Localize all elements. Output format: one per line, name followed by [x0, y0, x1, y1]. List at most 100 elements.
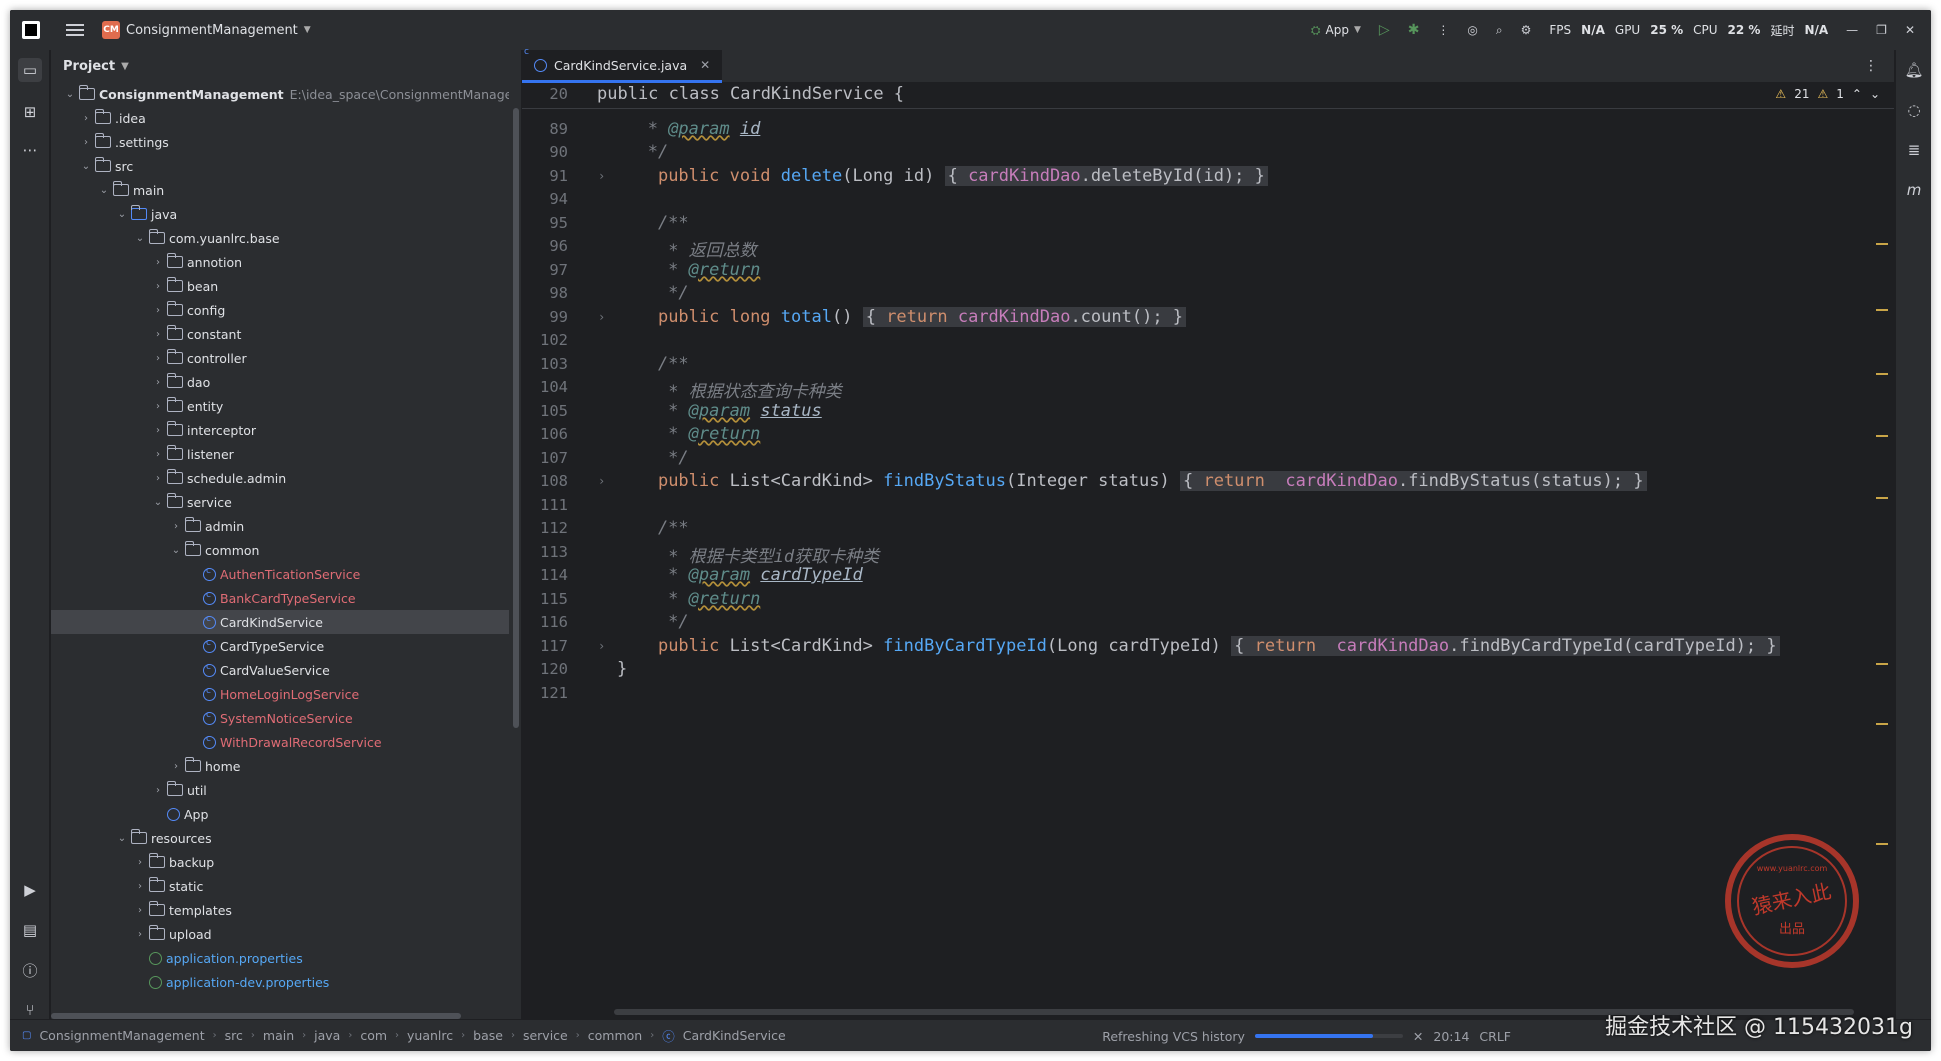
more-tools-icon[interactable]: ⋯ [18, 138, 42, 162]
more-actions-icon[interactable]: ⋮ [1437, 23, 1449, 37]
caret-position[interactable]: 20:14 [1433, 1029, 1469, 1044]
tree-item-class[interactable]: CardValueService [51, 658, 509, 682]
warning-marker[interactable] [1876, 309, 1888, 311]
warning-marker[interactable] [1876, 435, 1888, 437]
folded-block[interactable]: { return cardKindDao.findByStatus(status… [1179, 471, 1647, 491]
tree-item-templates[interactable]: › templates [51, 898, 509, 922]
ai-assistant-icon[interactable]: ◌ [1902, 98, 1926, 122]
notifications-icon[interactable]: 🔔︎ [1902, 58, 1926, 82]
fold-expand-icon[interactable]: › [598, 310, 605, 324]
tree-item-admin[interactable]: › admin [51, 514, 509, 538]
breadcrumb-item[interactable]: service [523, 1028, 568, 1043]
fold-expand-icon[interactable]: › [598, 639, 605, 653]
tree-item-service[interactable]: ⌄ service [51, 490, 509, 514]
project-switcher[interactable]: CM ConsignmentManagement ▼ [102, 21, 311, 39]
database-icon[interactable]: ≣ [1902, 138, 1926, 162]
breadcrumb-item[interactable]: base [473, 1028, 503, 1043]
search-icon[interactable]: ⌕ [1496, 23, 1503, 38]
tree-item-src[interactable]: ⌄ src [51, 154, 509, 178]
breadcrumb-item[interactable]: yuanlrc [407, 1028, 453, 1043]
tree-item-idea[interactable]: › .idea [51, 106, 509, 130]
tree-item-bean[interactable]: › bean [51, 274, 509, 298]
run-icon[interactable]: ▷ [1379, 22, 1390, 38]
folded-block[interactable]: { return cardKindDao.count(); } [862, 307, 1187, 327]
inspection-widget[interactable]: ⚠ 21 ⚠ 1 ⌃ ⌄ [1775, 87, 1880, 101]
tree-item-annotion[interactable]: › annotion [51, 250, 509, 274]
cancel-icon[interactable]: ✕ [1413, 1029, 1423, 1044]
tree-item-controller[interactable]: › controller [51, 346, 509, 370]
tree-item-dao[interactable]: › dao [51, 370, 509, 394]
code-area[interactable]: 20 public class CardKindService { ⚠ 21 ⚠… [522, 83, 1894, 1019]
tree-item-properties[interactable]: application.properties [51, 946, 509, 970]
more-tabs-icon[interactable]: ⋮ [1864, 58, 1878, 74]
settings-icon[interactable]: ⚙ [1521, 23, 1532, 37]
tree-item-constant[interactable]: › constant [51, 322, 509, 346]
breadcrumb-item[interactable]: main [263, 1028, 294, 1043]
structure-tool-icon[interactable]: ⊞ [18, 100, 42, 124]
chevron-down-icon[interactable]: ⌄ [1870, 87, 1880, 101]
tree-item-class[interactable]: WithDrawalRecordService [51, 730, 509, 754]
restore-icon[interactable]: ❐ [1876, 23, 1887, 37]
fold-expand-icon[interactable]: › [598, 474, 605, 488]
warning-marker[interactable] [1876, 373, 1888, 375]
chevron-up-icon[interactable]: ⌃ [1852, 87, 1862, 101]
tree-item-entity[interactable]: › entity [51, 394, 509, 418]
tree-item-package-base[interactable]: ⌄ com.yuanlrc.base [51, 226, 509, 250]
tree-item-util[interactable]: › util [51, 778, 509, 802]
tree-item-settings[interactable]: › .settings [51, 130, 509, 154]
breadcrumb-item[interactable]: java [314, 1028, 340, 1043]
tree-item-app[interactable]: App [51, 802, 509, 826]
profile-icon[interactable]: ◎ [1467, 23, 1477, 37]
tree-item-main[interactable]: ⌄ main [51, 178, 509, 202]
services-tool-icon[interactable]: ▶ [18, 878, 42, 902]
breadcrumb-item[interactable]: ConsignmentManagement [39, 1028, 204, 1043]
tree-item-java[interactable]: ⌄ java [51, 202, 509, 226]
tree-item-config[interactable]: › config [51, 298, 509, 322]
project-panel-header[interactable]: Project ▼ [51, 50, 521, 82]
tree-item-backup[interactable]: › backup [51, 850, 509, 874]
breadcrumb-item[interactable]: common [588, 1028, 642, 1043]
main-menu-icon[interactable] [66, 24, 84, 36]
tree-item-class[interactable]: CardTypeService [51, 634, 509, 658]
tree-item-resources[interactable]: ⌄ resources [51, 826, 509, 850]
warning-marker[interactable] [1876, 243, 1888, 245]
warning-marker[interactable] [1876, 723, 1888, 725]
line-separator[interactable]: CRLF [1479, 1029, 1511, 1044]
tree-item-class[interactable]: BankCardTypeService [51, 586, 509, 610]
tab-cardkindservice[interactable]: CardKindService.java ✕ [522, 50, 723, 83]
close-tab-icon[interactable]: ✕ [700, 58, 710, 72]
folded-block[interactable]: { cardKindDao.deleteById(id); } [944, 166, 1268, 186]
tree-item-static[interactable]: › static [51, 874, 509, 898]
folded-block[interactable]: { return cardKindDao.findByCardTypeId(ca… [1231, 636, 1780, 656]
minimize-icon[interactable]: — [1846, 23, 1858, 37]
problems-tool-icon[interactable]: ⓘ [18, 958, 42, 982]
breadcrumb-item[interactable]: src [225, 1028, 243, 1043]
tree-item-class[interactable]: SystemNoticeService [51, 706, 509, 730]
tree-item-upload[interactable]: › upload [51, 922, 509, 946]
project-scrollbar-vertical[interactable] [513, 108, 519, 728]
app-logo-icon[interactable] [22, 21, 40, 39]
close-icon[interactable]: ✕ [1905, 23, 1915, 37]
tree-item-listener[interactable]: › listener [51, 442, 509, 466]
terminal-tool-icon[interactable]: ▤ [18, 918, 42, 942]
maven-icon[interactable]: m [1902, 178, 1926, 202]
warning-marker[interactable] [1876, 663, 1888, 665]
tree-item-class-selected[interactable]: CardKindService [51, 610, 509, 634]
chevron-right-icon: › [302, 1030, 307, 1041]
warning-marker[interactable] [1876, 497, 1888, 499]
fold-expand-icon[interactable]: › [598, 169, 605, 183]
tree-item-root[interactable]: ⌄ ConsignmentManagement E:\idea_space\Co… [51, 82, 509, 106]
debug-icon[interactable]: ✱ [1408, 22, 1420, 38]
run-config-selector[interactable]: ⛭ App ▼ [1311, 23, 1361, 38]
tree-item-common[interactable]: ⌄ common [51, 538, 509, 562]
warning-marker[interactable] [1876, 843, 1888, 845]
tree-item-schedule-admin[interactable]: › schedule.admin [51, 466, 509, 490]
tree-item-interceptor[interactable]: › interceptor [51, 418, 509, 442]
project-tool-icon[interactable]: ▭ [18, 58, 42, 82]
tree-item-class[interactable]: AuthenTicationService [51, 562, 509, 586]
breadcrumb-item[interactable]: com [360, 1028, 387, 1043]
tree-item-properties-dev[interactable]: application-dev.properties [51, 970, 509, 994]
breadcrumb-item[interactable]: CardKindService [683, 1028, 786, 1043]
tree-item-home[interactable]: › home [51, 754, 509, 778]
tree-item-class[interactable]: HomeLoginLogService [51, 682, 509, 706]
